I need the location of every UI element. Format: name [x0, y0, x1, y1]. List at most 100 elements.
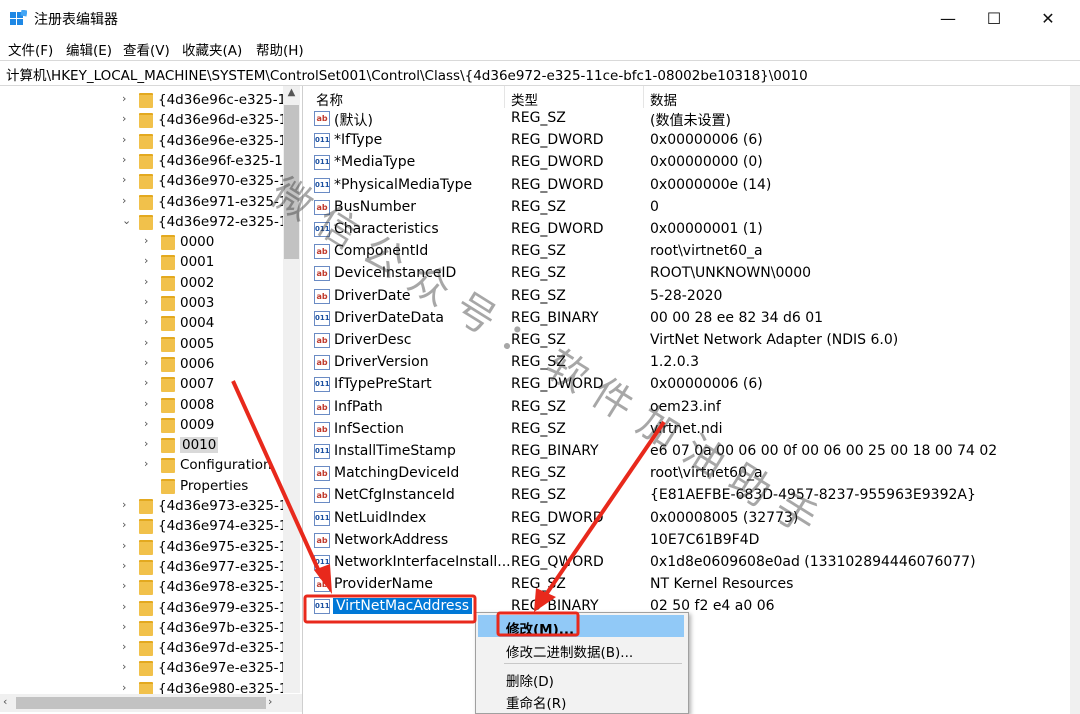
- chevron-right-icon[interactable]: ›: [122, 92, 132, 105]
- chevron-right-icon[interactable]: ›: [144, 457, 154, 470]
- chevron-right-icon[interactable]: ›: [122, 194, 132, 207]
- address-bar[interactable]: 计算机\HKEY_LOCAL_MACHINE\SYSTEM\ControlSet…: [0, 60, 1080, 86]
- chevron-right-icon[interactable]: ›: [122, 133, 132, 146]
- value-row[interactable]: ab InfPath REG_SZ oem23.inf: [304, 397, 1080, 419]
- tree-item[interactable]: › {4d36e973-e325-1: [0, 496, 300, 516]
- chevron-right-icon[interactable]: ›: [144, 234, 154, 247]
- tree-item[interactable]: › 0004: [0, 313, 300, 333]
- chevron-right-icon[interactable]: ›: [122, 518, 132, 531]
- tree-hscroll-thumb[interactable]: [16, 697, 266, 709]
- tree-item[interactable]: › 0000: [0, 232, 300, 252]
- close-button[interactable]: ✕: [1025, 0, 1071, 36]
- chevron-right-icon[interactable]: ›: [122, 681, 132, 694]
- value-row[interactable]: 011 *MediaType REG_DWORD 0x00000000 (0): [304, 152, 1080, 174]
- menu-file[interactable]: 文件(F): [8, 39, 53, 59]
- chevron-right-icon[interactable]: ›: [144, 275, 154, 288]
- value-row[interactable]: 011 VirtNetMacAddress REG_BINARY 02 50 f2 e…: [304, 596, 1080, 618]
- value-row[interactable]: 011 *IfType REG_DWORD 0x00000006 (6): [304, 130, 1080, 152]
- value-row[interactable]: 011 NetLuidIndex REG_DWORD 0x00008005 (3277…: [304, 508, 1080, 530]
- tree-item[interactable]: › 0002: [0, 273, 300, 293]
- value-row[interactable]: 011 IfTypePreStart REG_DWORD 0x00000006 (6): [304, 374, 1080, 396]
- chevron-right-icon[interactable]: ›: [144, 376, 154, 389]
- chevron-right-icon[interactable]: ›: [144, 437, 154, 450]
- scroll-up-icon[interactable]: ▲: [284, 87, 299, 98]
- tree-item[interactable]: › Configuration: [0, 455, 300, 475]
- tree-item[interactable]: › {4d36e96d-e325-1: [0, 110, 300, 130]
- chevron-right-icon[interactable]: ›: [122, 600, 132, 613]
- chevron-right-icon[interactable]: ›: [144, 254, 154, 267]
- column-header-type[interactable]: 类型: [511, 89, 538, 109]
- value-row[interactable]: 011 DriverDateData REG_BINARY 00 00 28 ee 8…: [304, 308, 1080, 330]
- tree-item[interactable]: › {4d36e978-e325-1: [0, 577, 300, 597]
- tree-item[interactable]: › 0007: [0, 374, 300, 394]
- menu-favorites[interactable]: 收藏夹(A): [182, 39, 242, 59]
- value-row[interactable]: ab BusNumber REG_SZ 0: [304, 197, 1080, 219]
- chevron-right-icon[interactable]: ›: [122, 153, 132, 166]
- menu-edit[interactable]: 编辑(E): [66, 39, 112, 59]
- tree-item[interactable]: › {4d36e977-e325-1: [0, 557, 300, 577]
- column-header-data[interactable]: 数据: [650, 89, 677, 109]
- value-row[interactable]: 011 NetworkInterfaceInstall... REG_QWORD 0x…: [304, 552, 1080, 574]
- tree-scroll-thumb[interactable]: [284, 105, 299, 259]
- tree-item[interactable]: › {4d36e971-e325-1: [0, 192, 300, 212]
- scroll-left-icon[interactable]: ‹: [3, 695, 7, 708]
- tree-item[interactable]: › 0010: [0, 435, 300, 455]
- menu-delete[interactable]: 删除(D): [478, 667, 684, 690]
- scroll-right-icon[interactable]: ›: [268, 695, 272, 708]
- value-row[interactable]: ab DriverVersion REG_SZ 1.2.0.3: [304, 352, 1080, 374]
- chevron-right-icon[interactable]: ›: [122, 498, 132, 511]
- value-row[interactable]: ab NetCfgInstanceId REG_SZ {E81AEFBE-683D-4…: [304, 485, 1080, 507]
- tree-item[interactable]: › {4d36e96c-e325-1: [0, 90, 300, 110]
- chevron-right-icon[interactable]: ›: [144, 397, 154, 410]
- tree-item[interactable]: › {4d36e97e-e325-1: [0, 658, 300, 678]
- tree-item[interactable]: › 0005: [0, 334, 300, 354]
- tree-item[interactable]: ⌄ {4d36e972-e325-1: [0, 212, 300, 232]
- value-row[interactable]: ab MatchingDeviceId REG_SZ root\virtnet60_a: [304, 463, 1080, 485]
- value-row[interactable]: 011 InstallTimeStamp REG_BINARY e6 07 0a 00…: [304, 441, 1080, 463]
- tree-item[interactable]: › {4d36e974-e325-1: [0, 516, 300, 536]
- tree-item[interactable]: › 0001: [0, 252, 300, 272]
- value-row[interactable]: ab DriverDate REG_SZ 5-28-2020: [304, 286, 1080, 308]
- menu-view[interactable]: 查看(V): [123, 39, 170, 59]
- list-vertical-scrollbar[interactable]: [1070, 86, 1080, 714]
- chevron-right-icon[interactable]: ›: [144, 417, 154, 430]
- chevron-right-icon[interactable]: ›: [144, 356, 154, 369]
- menu-modify[interactable]: 修改(M)...: [478, 615, 684, 638]
- chevron-right-icon[interactable]: ›: [144, 295, 154, 308]
- address-path[interactable]: 计算机\HKEY_LOCAL_MACHINE\SYSTEM\ControlSet…: [6, 64, 808, 84]
- menu-modify-binary[interactable]: 修改二进制数据(B)...: [478, 638, 684, 661]
- maximize-button[interactable]: ☐: [971, 0, 1017, 36]
- value-row[interactable]: 011 *PhysicalMediaType REG_DWORD 0x0000000e…: [304, 175, 1080, 197]
- chevron-right-icon[interactable]: ›: [122, 112, 132, 125]
- value-row[interactable]: ab DriverDesc REG_SZ VirtNet Network Adapte…: [304, 330, 1080, 352]
- value-row[interactable]: ab ComponentId REG_SZ root\virtnet60_a: [304, 241, 1080, 263]
- column-divider[interactable]: [504, 86, 505, 108]
- value-row[interactable]: ab InfSection REG_SZ virtnet.ndi: [304, 419, 1080, 441]
- tree-item[interactable]: › 0008: [0, 395, 300, 415]
- chevron-right-icon[interactable]: ›: [122, 559, 132, 572]
- column-divider[interactable]: [643, 86, 644, 108]
- tree-item[interactable]: › 0003: [0, 293, 300, 313]
- chevron-right-icon[interactable]: ›: [122, 579, 132, 592]
- tree-item[interactable]: › 0006: [0, 354, 300, 374]
- value-row[interactable]: ab NetworkAddress REG_SZ 10E7C61B9F4D: [304, 530, 1080, 552]
- chevron-right-icon[interactable]: ›: [122, 640, 132, 653]
- minimize-button[interactable]: —: [925, 0, 971, 36]
- value-row[interactable]: ab DeviceInstanceID REG_SZ ROOT\UNKNOWN\000…: [304, 263, 1080, 285]
- tree-item[interactable]: › {4d36e96f-e325-1: [0, 151, 300, 171]
- tree-item[interactable]: › {4d36e97b-e325-1: [0, 618, 300, 638]
- value-row[interactable]: ab (默认) REG_SZ (数值未设置): [304, 108, 1080, 130]
- chevron-right-icon[interactable]: ›: [144, 336, 154, 349]
- tree-item[interactable]: › 0009: [0, 415, 300, 435]
- tree-item[interactable]: › {4d36e979-e325-1: [0, 598, 300, 618]
- chevron-right-icon[interactable]: ›: [122, 620, 132, 633]
- chevron-right-icon[interactable]: ›: [122, 539, 132, 552]
- value-row[interactable]: ab ProviderName REG_SZ NT Kernel Resources: [304, 574, 1080, 596]
- chevron-right-icon[interactable]: ›: [122, 173, 132, 186]
- tree-item[interactable]: › {4d36e970-e325-1: [0, 171, 300, 191]
- column-header-name[interactable]: 名称: [316, 89, 343, 109]
- tree-item[interactable]: › {4d36e96e-e325-1: [0, 131, 300, 151]
- chevron-right-icon[interactable]: ›: [144, 315, 154, 328]
- menu-rename[interactable]: 重命名(R): [478, 689, 684, 712]
- tree-item[interactable]: Properties: [0, 476, 300, 496]
